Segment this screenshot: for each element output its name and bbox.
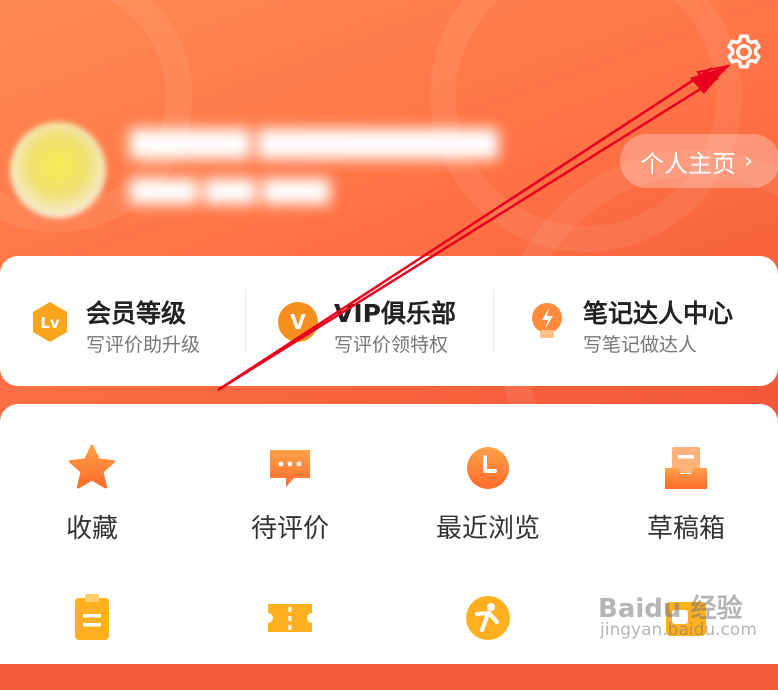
clipboard-icon — [75, 594, 109, 640]
feature-card: Lv 会员等级 写评价助升级 V VIP俱乐部 写评价领特权 笔记达人中心 写笔… — [0, 256, 778, 386]
svg-text:Lv: Lv — [40, 314, 60, 332]
feature-title: 会员等级 — [86, 299, 187, 328]
divider — [493, 289, 494, 353]
drafts-inbox-icon — [665, 447, 707, 489]
chevron-right-icon: › — [744, 148, 753, 174]
lightbulb-icon — [532, 303, 562, 338]
username-blurred: ██████ ████████████ — [130, 130, 499, 160]
grid-item-person[interactable] — [398, 560, 578, 690]
level-badge-icon: Lv — [33, 302, 67, 342]
feature-subtitle: 写评价助升级 — [86, 334, 201, 356]
homepage-button-label: 个人主页 — [640, 149, 736, 178]
feature-member-level[interactable]: Lv 会员等级 写评价助升级 — [28, 256, 238, 386]
feature-subtitle: 写评价领特权 — [334, 334, 449, 356]
feature-vip-club[interactable]: V VIP俱乐部 写评价领特权 — [276, 256, 486, 386]
vip-badge-icon: V — [278, 302, 318, 342]
grid-item-label: 草稿箱 — [646, 514, 725, 544]
grid-item-label: 最近浏览 — [435, 514, 540, 544]
grid-item-ticket[interactable] — [200, 560, 380, 690]
personal-homepage-button[interactable]: 个人主页 › — [620, 134, 778, 188]
divider — [245, 289, 246, 353]
gear-icon — [727, 34, 761, 69]
clock-icon — [467, 447, 509, 489]
grid-item-pending-reviews[interactable]: 待评价 — [200, 410, 380, 544]
avatar[interactable] — [10, 122, 106, 218]
feature-title: VIP俱乐部 — [334, 299, 456, 328]
grid-item-label: 待评价 — [250, 514, 329, 544]
feature-title: 笔记达人中心 — [583, 299, 734, 328]
grid-item-clipboard[interactable] — [2, 560, 182, 690]
star-icon — [69, 444, 115, 489]
grid-item-drafts[interactable]: 草稿箱 — [596, 410, 776, 544]
grid-item-favorites[interactable]: 收藏 — [2, 410, 182, 544]
settings-button[interactable] — [718, 26, 770, 78]
grid-item-label: 收藏 — [65, 514, 118, 544]
feature-subtitle: 写笔记做达人 — [583, 334, 698, 356]
ticket-icon — [268, 604, 312, 632]
svg-text:V: V — [290, 310, 306, 334]
person-icon — [466, 596, 510, 640]
comment-icon — [270, 450, 310, 487]
feature-notes-expert-center[interactable]: 笔记达人中心 写笔记做达人 — [525, 256, 775, 386]
watermark-url: jingyan.baidu.com — [600, 620, 757, 640]
grid-item-recent-views[interactable]: 最近浏览 — [398, 410, 578, 544]
user-stats-blurred: ████ ███ ████ — [130, 180, 331, 205]
